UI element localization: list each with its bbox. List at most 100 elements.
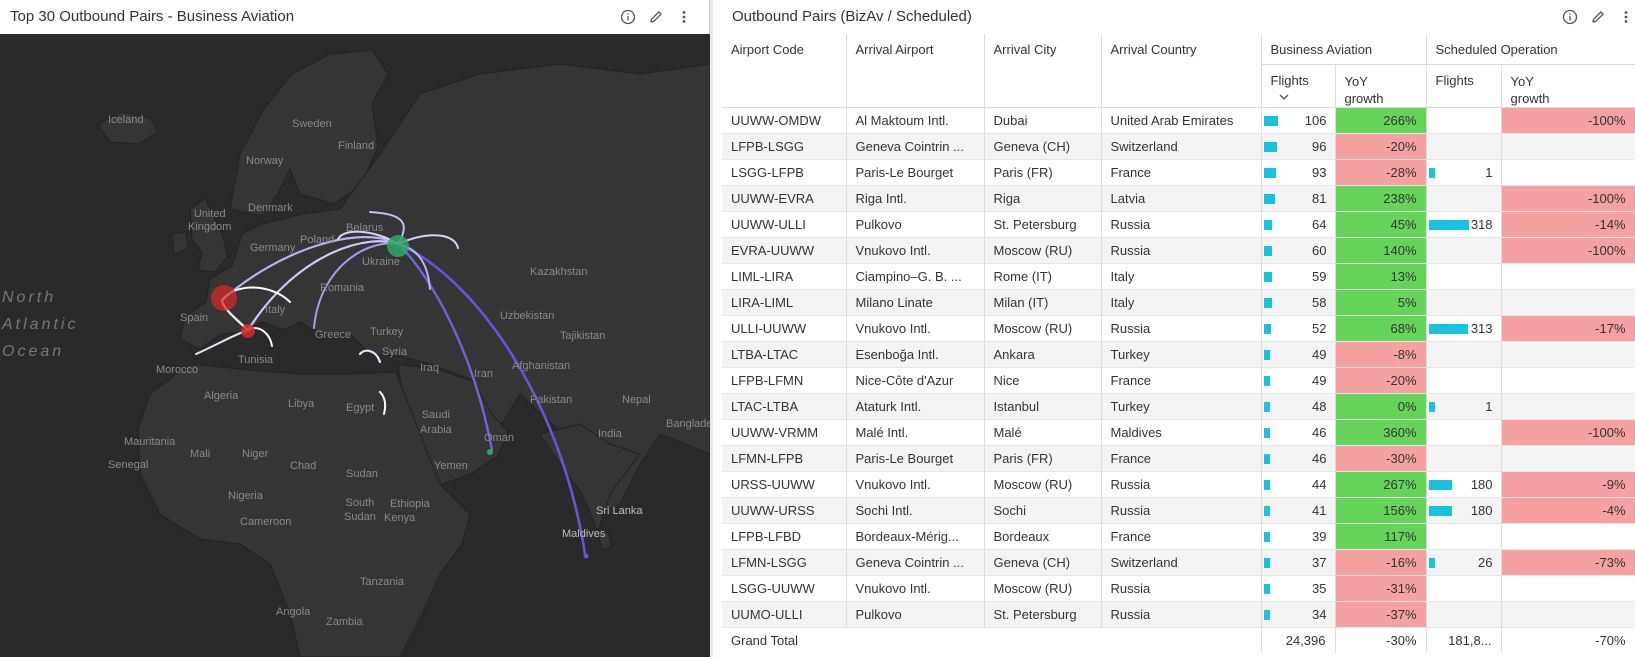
table-row[interactable]: LTBA-LTAC Esenboğa Intl. Ankara Turkey 49 -8% bbox=[722, 341, 1635, 368]
biz-flights-value: 44 bbox=[1312, 476, 1327, 492]
cell-biz-flights: 46 bbox=[1261, 445, 1336, 472]
map-label-belarus: Belarus bbox=[346, 222, 384, 234]
table-row[interactable]: LFMN-LSGG Geneva Cointrin ... Geneva (CH) S… bbox=[722, 549, 1635, 576]
cell-biz-yoy: -28% bbox=[1335, 159, 1427, 186]
sort-descending-icon[interactable] bbox=[1279, 89, 1289, 104]
edit-pencil-icon[interactable] bbox=[1589, 8, 1607, 26]
map-label-iraq: Iraq bbox=[420, 362, 439, 374]
cell-biz-yoy: 0% bbox=[1335, 393, 1427, 420]
cell-arrival-city: Dubai bbox=[984, 107, 1102, 134]
info-icon[interactable] bbox=[1561, 8, 1579, 26]
cell-biz-flights: 49 bbox=[1261, 341, 1336, 368]
cell-biz-yoy: -30% bbox=[1335, 445, 1427, 472]
biz-flights-bar bbox=[1263, 297, 1272, 308]
table-row[interactable]: UUWW-EVRA Riga Intl. Riga Latvia 81 238% -100% bbox=[722, 185, 1635, 212]
map-panel-header: Top 30 Outbound Pairs - Business Aviatio… bbox=[0, 0, 709, 34]
cell-sch-flights: 318 bbox=[1426, 211, 1502, 238]
table-row[interactable]: UUMO-ULLI Pulkovo St. Petersburg Russia 34 -3… bbox=[722, 601, 1635, 628]
cell-sch-flights: 180 bbox=[1426, 497, 1502, 524]
cell-arrival-city: Moscow (RU) bbox=[984, 237, 1102, 264]
map-panel-toolbar bbox=[619, 8, 693, 26]
map-label-bangladesh: Banglade bbox=[666, 418, 710, 430]
cell-arrival-country: France bbox=[1101, 367, 1262, 394]
column-header-biz-yoy[interactable]: YoY growth bbox=[1335, 64, 1427, 108]
map-label-chad: Chad bbox=[290, 460, 317, 472]
biz-flights-value: 52 bbox=[1312, 320, 1327, 336]
grand-total-sch-yoy: -70% bbox=[1501, 626, 1635, 653]
cell-biz-yoy: 13% bbox=[1335, 263, 1427, 290]
table-row[interactable]: LFPB-LFBD Bordeaux-Mérig... Bordeaux France… bbox=[722, 523, 1635, 550]
biz-flights-value: 46 bbox=[1312, 424, 1327, 440]
pivot-table-container[interactable]: Airport Code Arrival Airport Arrival Cit… bbox=[722, 34, 1635, 657]
origin-marker-geneva-nice[interactable] bbox=[241, 324, 255, 338]
biz-flights-bar bbox=[1263, 609, 1270, 620]
cell-biz-yoy: 156% bbox=[1335, 497, 1427, 524]
map-label-libya: Libya bbox=[288, 398, 315, 410]
column-header-arrival-country[interactable]: Arrival Country bbox=[1101, 34, 1262, 108]
grand-total-row: Grand Total 24,396 -30% 181,8... -70% bbox=[722, 626, 1635, 653]
destination-marker-male[interactable] bbox=[583, 553, 589, 559]
biz-flights-bar bbox=[1263, 349, 1270, 360]
table-panel: Outbound Pairs (BizAv / Scheduled) Airpo… bbox=[713, 0, 1635, 657]
table-row[interactable]: LSGG-UUWW Vnukovo Intl. Moscow (RU) Russia 3… bbox=[722, 575, 1635, 602]
biz-flights-bar bbox=[1263, 505, 1270, 516]
table-row[interactable]: UUWW-URSS Sochi Intl. Sochi Russia 41 156% 180… bbox=[722, 497, 1635, 524]
cell-sch-flights bbox=[1426, 419, 1502, 446]
table-row[interactable]: LFMN-LFPB Paris-Le Bourget Paris (FR) Franc… bbox=[722, 445, 1635, 472]
column-group-business-aviation[interactable]: Business Aviation bbox=[1261, 34, 1427, 65]
table-row[interactable]: UUWW-VRMM Malé Intl. Malé Maldives 46 360% -10… bbox=[722, 419, 1635, 446]
origin-marker-moscow[interactable] bbox=[387, 235, 409, 257]
column-header-airport-code[interactable]: Airport Code bbox=[722, 34, 847, 108]
biz-flights-value: 59 bbox=[1312, 268, 1327, 284]
cell-biz-yoy: 360% bbox=[1335, 419, 1427, 446]
sch-flights-value: 180 bbox=[1470, 502, 1493, 518]
cell-arrival-city: Bordeaux bbox=[984, 523, 1102, 550]
cell-biz-yoy: -20% bbox=[1335, 133, 1427, 160]
column-header-sch-flights[interactable]: Flights bbox=[1426, 64, 1502, 108]
table-row[interactable]: UUWW-ULLI Pulkovo St. Petersburg Russia 64 45… bbox=[722, 211, 1635, 238]
map-label-tanzania: Tanzania bbox=[360, 576, 405, 588]
origin-marker-paris[interactable] bbox=[211, 285, 237, 311]
map-label-algeria: Algeria bbox=[204, 390, 239, 402]
more-vertical-icon[interactable] bbox=[675, 8, 693, 26]
map-label-spain: Spain bbox=[180, 312, 209, 324]
table-row[interactable]: LTAC-LTBA Ataturk Intl. Istanbul Turkey 48 0%… bbox=[722, 393, 1635, 420]
table-row[interactable]: LSGG-LFPB Paris-Le Bourget Paris (FR) Franc… bbox=[722, 159, 1635, 186]
map-label-mali: Mali bbox=[190, 448, 211, 460]
table-row[interactable]: EVRA-UUWW Vnukovo Intl. Moscow (RU) Russia 6… bbox=[722, 237, 1635, 264]
cell-biz-yoy: -31% bbox=[1335, 575, 1427, 602]
more-vertical-icon[interactable] bbox=[1617, 8, 1635, 26]
cell-airport-code: UUWW-OMDW bbox=[722, 107, 847, 134]
table-row[interactable]: URSS-UUWW Vnukovo Intl. Moscow (RU) Russia 4… bbox=[722, 471, 1635, 498]
biz-flights-bar bbox=[1263, 271, 1272, 282]
cell-airport-code: ULLI-UUWW bbox=[722, 315, 847, 342]
map-label-greece: Greece bbox=[315, 329, 352, 341]
destination-marker-dubai[interactable] bbox=[487, 449, 493, 455]
table-row[interactable]: LIML-LIRA Ciampino–G. B. ... Rome (IT) Ital… bbox=[722, 263, 1635, 290]
map-label-tunisia: Tunisia bbox=[238, 354, 274, 366]
table-row[interactable]: LFPB-LSGG Geneva Cointrin ... Geneva (CH) S… bbox=[722, 133, 1635, 160]
cell-sch-yoy bbox=[1501, 289, 1635, 316]
route-map[interactable]: North Atlantic Ocean Iceland Sweden Finl… bbox=[0, 34, 710, 657]
cell-sch-flights bbox=[1426, 237, 1502, 264]
table-row[interactable]: UUWW-OMDW Al Maktoum Intl. Dubai United Ara… bbox=[722, 107, 1635, 134]
column-header-sch-yoy[interactable]: YoY growth bbox=[1501, 64, 1635, 108]
cell-sch-flights: 26 bbox=[1426, 549, 1502, 576]
map-label-cameroon: Cameroon bbox=[240, 516, 292, 528]
info-icon[interactable] bbox=[619, 8, 637, 26]
table-row[interactable]: LFPB-LFMN Nice-Côte d'Azur Nice France 49 -20… bbox=[722, 367, 1635, 394]
column-header-biz-flights[interactable]: Flights bbox=[1261, 64, 1336, 108]
cell-arrival-country: Maldives bbox=[1101, 419, 1262, 446]
cell-biz-yoy: -20% bbox=[1335, 367, 1427, 394]
cell-arrival-country: Switzerland bbox=[1101, 133, 1262, 160]
map-label-india: India bbox=[598, 428, 622, 440]
table-row[interactable]: LIRA-LIML Milano Linate Milan (IT) Italy 58 5… bbox=[722, 289, 1635, 316]
edit-pencil-icon[interactable] bbox=[647, 8, 665, 26]
map-label-uzbekistan: Uzbekistan bbox=[500, 310, 555, 322]
biz-flights-label: Flights bbox=[1270, 72, 1309, 88]
column-group-scheduled-operation[interactable]: Scheduled Operation bbox=[1426, 34, 1635, 65]
column-header-arrival-city[interactable]: Arrival City bbox=[984, 34, 1102, 108]
map-label-egypt: Egypt bbox=[346, 402, 375, 414]
table-row[interactable]: ULLI-UUWW Vnukovo Intl. Moscow (RU) Russia 5… bbox=[722, 315, 1635, 342]
column-header-arrival-airport[interactable]: Arrival Airport bbox=[846, 34, 985, 108]
